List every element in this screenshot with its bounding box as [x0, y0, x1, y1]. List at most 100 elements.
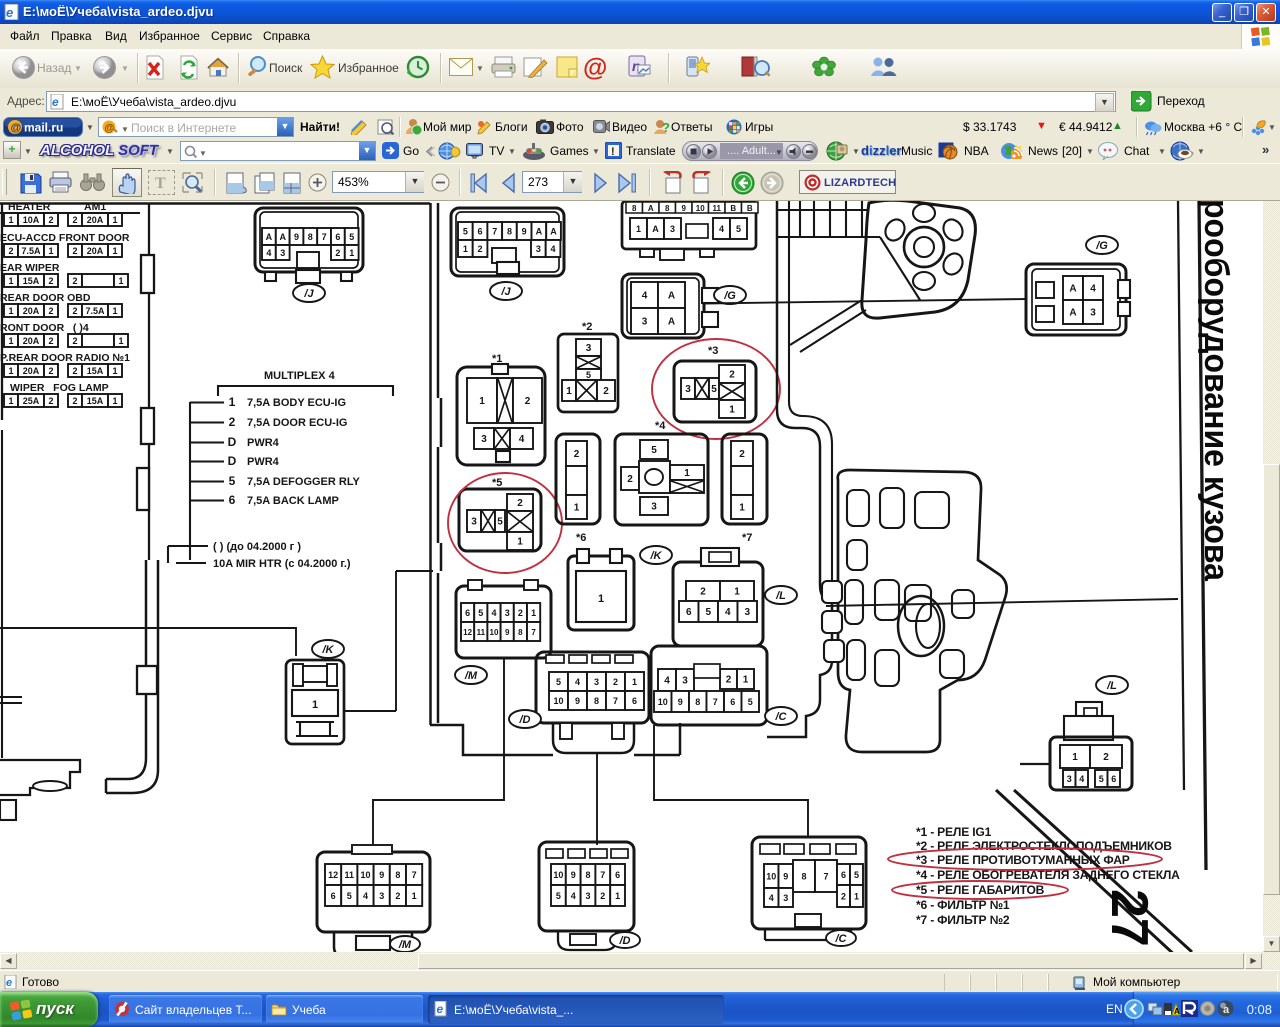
svg-text:8: 8 [665, 204, 670, 213]
svg-text:1: 1 [479, 396, 485, 407]
svg-text:HEATER: HEATER [8, 201, 51, 213]
svg-text:/C: /C [835, 933, 848, 945]
svg-text:20A: 20A [87, 246, 104, 256]
svg-text:7.5A: 7.5A [21, 246, 41, 256]
svg-text:11: 11 [345, 870, 355, 880]
svg-text:EAR WIPER: EAR WIPER [0, 262, 60, 274]
svg-text:*3: *3 [708, 345, 718, 357]
svg-text:2: 2 [48, 366, 53, 376]
svg-text:2: 2 [72, 336, 77, 346]
svg-text:8: 8 [632, 204, 637, 213]
svg-text:/L: /L [775, 590, 786, 602]
svg-text:MULTIPLEX 4: MULTIPLEX 4 [264, 370, 336, 382]
svg-text:4: 4 [363, 891, 368, 901]
svg-text:2: 2 [8, 246, 13, 256]
svg-text:5: 5 [556, 891, 561, 901]
svg-text:5: 5 [711, 384, 717, 395]
svg-text:8: 8 [518, 628, 523, 637]
svg-text:9: 9 [678, 697, 683, 707]
svg-text:6: 6 [686, 607, 692, 618]
svg-text:3: 3 [586, 343, 592, 354]
svg-text:20A: 20A [23, 366, 40, 376]
svg-text:1: 1 [112, 396, 117, 406]
svg-text:7: 7 [412, 870, 417, 880]
svg-text:8: 8 [507, 227, 512, 237]
svg-text:2: 2 [478, 244, 483, 254]
svg-text:1: 1 [8, 396, 13, 406]
svg-text:AM1: AM1 [84, 201, 106, 213]
svg-text:5: 5 [347, 891, 352, 901]
svg-text:3: 3 [744, 607, 750, 618]
svg-text:2: 2 [600, 891, 605, 901]
svg-text:A: A [550, 227, 557, 237]
svg-text:6: 6 [335, 232, 340, 242]
svg-text:5: 5 [1099, 774, 1104, 784]
svg-text:3: 3 [685, 384, 691, 395]
svg-text:3: 3 [1090, 308, 1096, 319]
svg-text:5: 5 [349, 232, 354, 242]
svg-text:2: 2 [518, 608, 523, 618]
svg-text:3: 3 [783, 893, 788, 903]
svg-text:7,5A DOOR ECU-IG: 7,5A DOOR ECU-IG [247, 417, 347, 429]
svg-text:1: 1 [729, 405, 735, 416]
svg-text:5: 5 [736, 224, 741, 234]
svg-text:3: 3 [379, 891, 384, 901]
svg-text:2: 2 [739, 449, 745, 460]
svg-text:PWR4: PWR4 [247, 437, 280, 449]
svg-text:11: 11 [713, 204, 722, 213]
svg-text:6: 6 [478, 227, 483, 237]
svg-text:/G: /G [723, 290, 736, 302]
svg-text:1: 1 [112, 246, 117, 256]
svg-text:6: 6 [331, 891, 336, 901]
svg-text:2: 2 [229, 415, 236, 429]
svg-text:1: 1 [615, 891, 620, 901]
svg-text:REAR DOOR OBD: REAR DOOR OBD [0, 292, 91, 304]
svg-text:*7: *7 [742, 532, 752, 544]
svg-text:B: B [730, 204, 736, 213]
svg-text:e: e [6, 5, 13, 20]
svg-text:3: 3 [505, 608, 510, 618]
svg-text:10: 10 [766, 872, 776, 882]
svg-text:3: 3 [651, 502, 657, 513]
svg-text:20A: 20A [23, 336, 40, 346]
svg-text:6: 6 [730, 697, 735, 707]
svg-text:4: 4 [664, 676, 670, 687]
svg-text:1: 1 [349, 248, 354, 258]
svg-text:mail.ru: mail.ru [24, 121, 63, 135]
svg-text:6: 6 [229, 493, 236, 507]
svg-text:2: 2 [726, 675, 732, 686]
svg-text:2: 2 [729, 370, 735, 381]
svg-text:3: 3 [280, 248, 285, 258]
svg-text:6: 6 [1111, 774, 1116, 784]
svg-text:2: 2 [48, 306, 53, 316]
svg-text:4: 4 [519, 434, 525, 445]
svg-text:A: A [1174, 1007, 1180, 1016]
svg-text:e: e [437, 1002, 444, 1016]
svg-text:1: 1 [8, 215, 13, 225]
svg-text:27: 27 [1100, 889, 1158, 947]
svg-text:/J: /J [500, 286, 511, 298]
svg-text:9: 9 [571, 870, 576, 880]
svg-text:5: 5 [705, 607, 711, 618]
svg-text:7: 7 [322, 232, 327, 242]
svg-text:@: @ [11, 122, 22, 134]
svg-text:WIPER FOG LAMP: WIPER FOG LAMP [10, 382, 109, 394]
svg-text:A: A [1069, 284, 1076, 295]
svg-text:10A MIR HTR (с 04.2000 г.): 10A MIR HTR (с 04.2000 г.) [213, 558, 351, 570]
svg-text:4: 4 [642, 291, 648, 302]
svg-text:3: 3 [536, 244, 541, 254]
svg-text:2: 2 [335, 248, 340, 258]
svg-text:4: 4 [769, 893, 774, 903]
svg-text:1: 1 [1072, 752, 1078, 763]
svg-text:2: 2 [72, 276, 77, 286]
svg-text:7: 7 [492, 227, 497, 237]
svg-text:3: 3 [682, 676, 688, 687]
svg-text:7: 7 [531, 628, 536, 637]
svg-text:2: 2 [72, 215, 77, 225]
svg-text:PWR4: PWR4 [247, 456, 280, 468]
svg-text:5: 5 [463, 227, 468, 237]
svg-text:7: 7 [600, 870, 605, 880]
svg-text:1: 1 [8, 276, 13, 286]
svg-text:@: @ [105, 123, 115, 134]
svg-text:3: 3 [481, 434, 487, 445]
